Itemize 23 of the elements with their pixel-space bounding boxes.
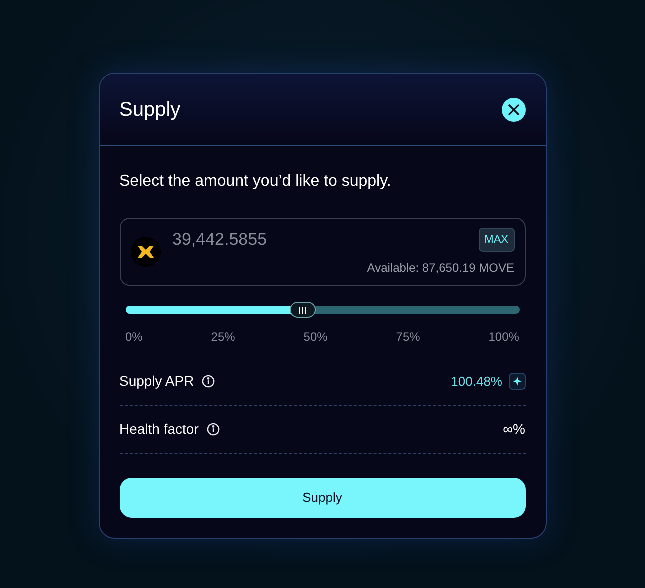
close-icon bbox=[506, 102, 520, 116]
sparkle-icon[interactable] bbox=[508, 373, 526, 390]
tick-label: 25% bbox=[211, 329, 236, 346]
info-icon[interactable] bbox=[202, 375, 216, 388]
row-label: Health factor bbox=[120, 420, 199, 439]
tick-label: 50% bbox=[304, 329, 328, 346]
info-icon[interactable] bbox=[206, 423, 220, 436]
tick-label: 100% bbox=[488, 329, 520, 346]
supply-button[interactable]: Supply bbox=[120, 478, 526, 518]
prompt-text: Select the amount you’d like to supply. bbox=[120, 172, 392, 192]
apr-value: 100.48% bbox=[451, 372, 502, 391]
row-value: ∞% bbox=[503, 420, 526, 439]
tick-label: 0% bbox=[126, 329, 143, 346]
row-label: Supply APR bbox=[120, 372, 194, 391]
dialog-title: Supply bbox=[120, 98, 181, 122]
max-button[interactable]: MAX bbox=[478, 228, 514, 252]
slider-thumb[interactable] bbox=[290, 302, 316, 318]
amount-field[interactable]: 39,442.5855 MAX Available: 87,650.19 MOVE bbox=[120, 218, 526, 286]
tick-label: 75% bbox=[396, 329, 420, 346]
close-button[interactable] bbox=[502, 98, 526, 122]
token-icon bbox=[130, 237, 160, 267]
amount-input[interactable]: 39,442.5855 bbox=[172, 227, 422, 253]
available-balance: Available: 87,650.19 MOVE bbox=[367, 260, 514, 277]
